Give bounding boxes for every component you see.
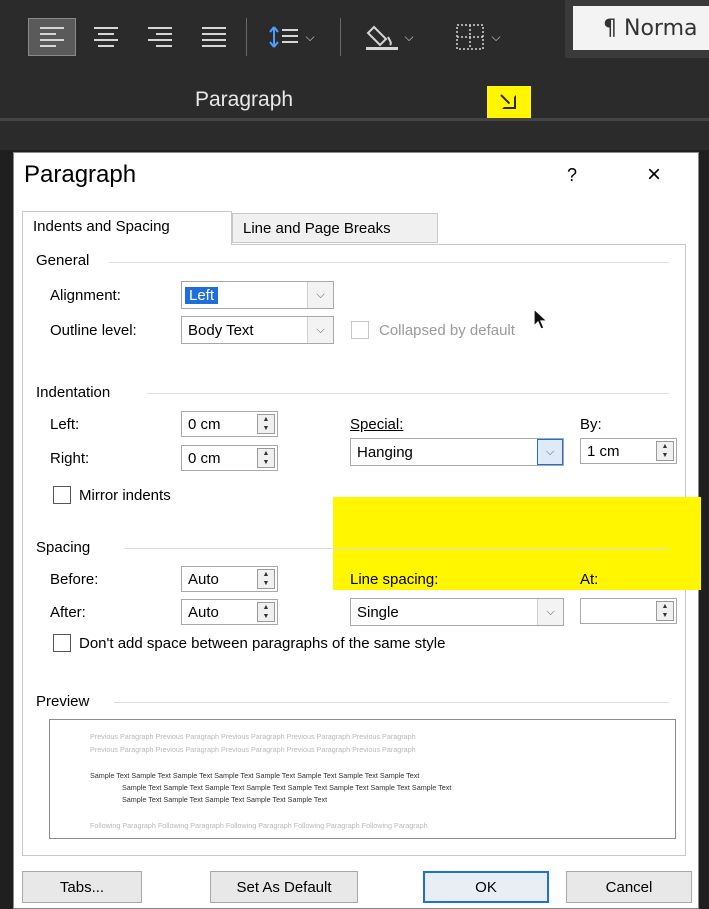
spin-buttons[interactable]: ▲ ▼ <box>257 569 275 589</box>
tab-indents-and-spacing[interactable]: Indents and Spacing <box>22 211 232 245</box>
special-select[interactable]: Hanging ⌵ <box>350 438 564 466</box>
chevron-down-icon[interactable]: ⌵ <box>307 317 333 343</box>
tab-label: Indents and Spacing <box>33 218 170 235</box>
spin-buttons[interactable]: ▲ ▼ <box>257 414 275 434</box>
special-label: Special: <box>350 416 404 433</box>
ribbon-separator <box>246 18 247 56</box>
spacing-after-label: After: <box>50 604 86 621</box>
tabs-button[interactable]: Tabs... <box>22 871 142 903</box>
section-preview: Preview <box>36 693 90 710</box>
chevron-down-icon[interactable]: ⌵ <box>537 439 563 465</box>
align-right-button[interactable] <box>138 18 182 56</box>
collapsed-checkbox[interactable] <box>351 321 369 339</box>
spacing-before-spinner[interactable]: Auto ▲ ▼ <box>181 566 278 592</box>
section-general: General <box>36 252 90 269</box>
chevron-down-icon: ⌵ <box>491 29 501 44</box>
justify-icon <box>202 26 226 48</box>
outline-level-label: Outline level: <box>50 322 137 339</box>
style-normal[interactable]: ¶ Norma <box>573 6 709 50</box>
spacing-after-value: Auto <box>188 604 219 621</box>
section-divider <box>114 702 669 703</box>
preview-sample-text: Sample Text Sample Text Sample Text Samp… <box>122 795 328 804</box>
collapsed-label: Collapsed by default <box>379 322 515 339</box>
section-divider <box>147 393 669 394</box>
indent-right-label: Right: <box>50 450 90 467</box>
center-icon <box>94 26 118 48</box>
at-spinner[interactable]: ▲ ▼ <box>580 598 677 624</box>
align-left-icon <box>40 26 64 48</box>
spin-buttons[interactable]: ▲ ▼ <box>257 448 275 468</box>
dont-add-space-label: Don't add space between paragraphs of th… <box>79 635 446 652</box>
dialog-title: Paragraph <box>24 161 137 188</box>
align-right-icon <box>148 26 172 48</box>
cancel-button[interactable]: Cancel <box>566 871 692 903</box>
help-button[interactable]: ? <box>567 165 577 186</box>
borders-button[interactable]: ⌵ <box>440 18 516 56</box>
indent-left-label: Left: <box>50 416 80 433</box>
ribbon-separator <box>340 18 341 56</box>
line-spacing-button[interactable]: ⌵ <box>256 18 328 56</box>
preview-following-paragraph: Following Paragraph Following Paragraph … <box>90 821 428 830</box>
center-button[interactable] <box>84 18 128 56</box>
chevron-down-icon: ⌵ <box>305 29 315 44</box>
chevron-down-icon: ⌵ <box>404 29 414 44</box>
preview-sample-text: Sample Text Sample Text Sample Text Samp… <box>122 783 452 792</box>
preview-previous-paragraph: Previous Paragraph Previous Paragraph Pr… <box>90 745 416 754</box>
preview-previous-paragraph: Previous Paragraph Previous Paragraph Pr… <box>90 732 416 741</box>
by-spinner[interactable]: 1 cm ▲ ▼ <box>580 438 677 464</box>
tab-label: Line and Page Breaks <box>243 220 391 237</box>
set-as-default-button[interactable]: Set As Default <box>210 871 358 903</box>
alignment-label: Alignment: <box>50 287 121 304</box>
mirror-indents-label: Mirror indents <box>79 487 171 504</box>
tab-line-and-page-breaks[interactable]: Line and Page Breaks <box>232 213 438 243</box>
by-value: 1 cm <box>587 443 620 460</box>
styles-gallery[interactable]: ¶ Norma <box>565 0 709 58</box>
paragraph-dialog: Paragraph ? × Indents and Spacing Line a… <box>13 152 701 909</box>
section-divider <box>124 548 669 549</box>
dialog-launcher-button[interactable] <box>487 86 531 118</box>
indent-right-value: 0 cm <box>188 450 221 467</box>
dialog-launcher-icon <box>502 95 516 109</box>
line-spacing-label: Line spacing: <box>350 571 439 588</box>
line-spacing-value: Single <box>357 604 399 621</box>
shading-button[interactable]: ⌵ <box>350 18 430 56</box>
spin-buttons[interactable]: ▲ ▼ <box>656 601 674 621</box>
special-value: Hanging <box>357 444 413 461</box>
line-spacing-icon <box>269 26 299 48</box>
borders-icon <box>456 24 485 50</box>
ok-button[interactable]: OK <box>423 871 549 903</box>
spin-buttons[interactable]: ▲ ▼ <box>656 441 674 461</box>
group-label: Paragraph <box>195 88 294 111</box>
chevron-down-icon[interactable]: ⌵ <box>307 282 333 308</box>
dont-add-space-checkbox[interactable] <box>53 634 71 652</box>
align-left-button[interactable] <box>28 18 76 56</box>
preview-box: Previous Paragraph Previous Paragraph Pr… <box>49 719 676 839</box>
outline-level-select[interactable]: Body Text ⌵ <box>181 316 334 344</box>
indent-left-value: 0 cm <box>188 416 221 433</box>
chevron-down-icon[interactable]: ⌵ <box>537 599 563 625</box>
outline-level-value: Body Text <box>188 322 254 339</box>
mirror-indents-checkbox[interactable] <box>53 486 71 504</box>
spacing-after-spinner[interactable]: Auto ▲ ▼ <box>181 599 278 625</box>
ribbon-paragraph-group: ⌵ ⌵ ⌵ ¶ Norma Paragraph <box>0 0 709 150</box>
spin-buttons[interactable]: ▲ ▼ <box>257 602 275 622</box>
spacing-before-value: Auto <box>188 571 219 588</box>
line-spacing-select[interactable]: Single ⌵ <box>350 598 564 626</box>
at-label: At: <box>580 571 599 588</box>
preview-sample-text: Sample Text Sample Text Sample Text Samp… <box>90 771 420 780</box>
close-button[interactable]: × <box>647 161 661 189</box>
alignment-value: Left <box>185 287 219 304</box>
mouse-cursor-icon <box>533 308 549 330</box>
by-label: By: <box>580 416 602 433</box>
indent-right-spinner[interactable]: 0 cm ▲ ▼ <box>181 445 278 471</box>
ribbon-divider <box>0 118 709 121</box>
section-indentation: Indentation <box>36 384 111 401</box>
section-divider <box>109 262 669 263</box>
justify-button[interactable] <box>192 18 236 56</box>
indent-left-spinner[interactable]: 0 cm ▲ ▼ <box>181 411 278 437</box>
section-spacing: Spacing <box>36 539 91 556</box>
alignment-select[interactable]: Left ⌵ <box>181 281 334 309</box>
shading-icon <box>366 25 399 50</box>
spacing-before-label: Before: <box>50 571 99 588</box>
